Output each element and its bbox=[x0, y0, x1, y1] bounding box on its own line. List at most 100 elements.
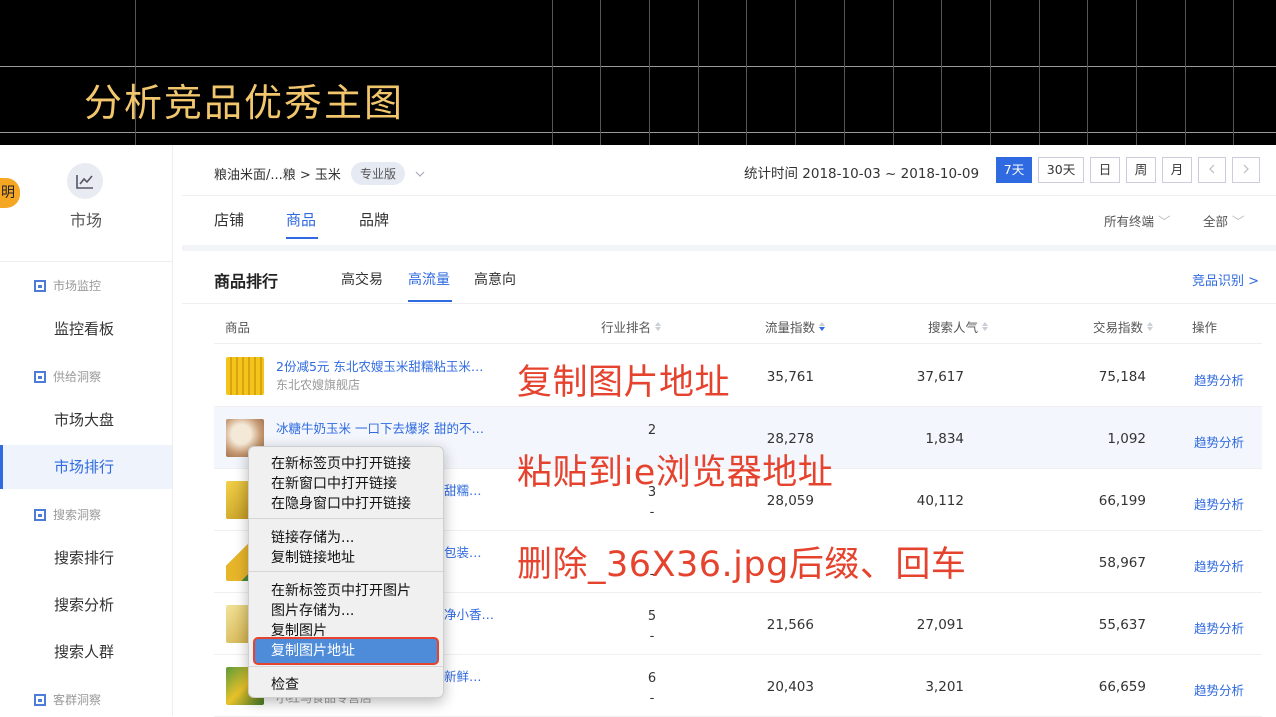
trend-analysis-link[interactable]: 趋势分析 bbox=[1194, 494, 1244, 513]
breadcrumb-path[interactable]: 粮油米面/...粮 > 玉米 bbox=[214, 164, 341, 183]
header-trade[interactable]: 交易指数 bbox=[1093, 317, 1154, 336]
section-icon bbox=[34, 279, 46, 292]
header-product: 商品 bbox=[225, 320, 251, 335]
menu-save-link-as[interactable]: 链接存储为... bbox=[271, 527, 354, 547]
trend-analysis-link[interactable]: 趋势分析 bbox=[1194, 680, 1244, 699]
trade-index: 66,199 bbox=[1098, 493, 1146, 509]
trade-index: 75,184 bbox=[1098, 369, 1146, 385]
menu-inspect[interactable]: 检查 bbox=[271, 674, 299, 694]
trend-analysis-link[interactable]: 趋势分析 bbox=[1194, 432, 1244, 451]
tab-brand[interactable]: 品牌 bbox=[359, 209, 389, 230]
subtab-high-trade[interactable]: 高交易 bbox=[341, 269, 383, 289]
header-traffic[interactable]: 流量指数 bbox=[765, 317, 826, 336]
search-popularity: 1,834 bbox=[925, 431, 964, 447]
section-icon bbox=[34, 693, 46, 706]
traffic-index: 28,059 bbox=[766, 493, 814, 509]
tab-product[interactable]: 商品 bbox=[286, 209, 316, 230]
trend-analysis-link[interactable]: 趋势分析 bbox=[1194, 618, 1244, 637]
market-label: 市场 bbox=[69, 211, 102, 230]
trade-index: 55,637 bbox=[1098, 617, 1146, 633]
chevron-down-icon[interactable] bbox=[415, 171, 425, 177]
industry-rank: 2 bbox=[647, 423, 657, 438]
competitor-identify-link[interactable]: 竞品识别 > bbox=[1192, 270, 1259, 289]
chevron-down-icon: ﹀ bbox=[1158, 214, 1171, 229]
search-popularity: 3,201 bbox=[925, 679, 964, 695]
badge[interactable]: 明 bbox=[0, 178, 20, 208]
section-customer-insight: 客群洞察 bbox=[34, 691, 101, 708]
menu-copy-link-address[interactable]: 复制链接地址 bbox=[271, 547, 355, 567]
search-popularity: 27,091 bbox=[916, 617, 964, 633]
header-action: 操作 bbox=[1192, 320, 1218, 335]
sort-icon bbox=[819, 322, 826, 331]
chevron-right-icon bbox=[1243, 164, 1249, 174]
market-chart-icon[interactable] bbox=[67, 163, 103, 199]
section-icon bbox=[34, 370, 46, 383]
sidebar-item-monitor-board[interactable]: 监控看板 bbox=[0, 307, 172, 351]
section-market-monitor: 市场监控 bbox=[34, 277, 101, 294]
sort-icon bbox=[655, 322, 662, 331]
product-name[interactable]: 2份减5元 东北农嫂玉米甜糯粘玉米… bbox=[276, 356, 483, 375]
shop-name: 东北农嫂旗舰店 bbox=[276, 378, 361, 392]
subtab-high-traffic[interactable]: 高流量 bbox=[408, 269, 450, 289]
sort-icon bbox=[982, 322, 989, 331]
product-name[interactable]: 甜糯… bbox=[444, 480, 482, 499]
tab-shop[interactable]: 店铺 bbox=[214, 209, 244, 230]
annotation-step2: 粘贴到ie浏览器地址 bbox=[517, 453, 834, 493]
period-week-button[interactable]: 周 bbox=[1126, 157, 1156, 183]
sidebar-item-market-ranking[interactable]: 市场排行 bbox=[0, 445, 172, 489]
sidebar: 明 市场 市场监控 监控看板 供给洞察 市场大盘 市场排行 搜索洞察 搜索排行 … bbox=[0, 145, 173, 716]
industry-rank: 6 bbox=[647, 671, 657, 686]
chevron-left-icon bbox=[1209, 164, 1215, 174]
table-row: 2份减5元 东北农嫂玉米甜糯粘玉米… 东北农嫂旗舰店 35,761 37,617… bbox=[214, 345, 1262, 407]
header-search[interactable]: 搜索人气 bbox=[928, 317, 989, 336]
context-menu: 在新标签页中打开链接 在新窗口中打开链接 在隐身窗口中打开链接 链接存储为...… bbox=[248, 446, 444, 698]
chevron-down-icon: ﹀ bbox=[1232, 214, 1245, 229]
product-name[interactable]: 净小香… bbox=[444, 604, 494, 623]
menu-copy-image-address[interactable]: 复制图片地址 bbox=[271, 640, 355, 660]
period-day-button[interactable]: 日 bbox=[1090, 157, 1120, 183]
header-rank[interactable]: 行业排名 bbox=[601, 317, 662, 336]
terminal-filter[interactable]: 所有终端 ﹀ bbox=[1104, 211, 1171, 230]
edition-pill[interactable]: 专业版 bbox=[350, 162, 405, 185]
menu-open-link-new-window[interactable]: 在新窗口中打开链接 bbox=[271, 473, 397, 493]
trade-index: 1,092 bbox=[1107, 431, 1146, 447]
rank-change: - bbox=[649, 629, 655, 644]
product-name[interactable]: 新鲜… bbox=[444, 666, 482, 685]
annotation-step1: 复制图片地址 bbox=[517, 363, 731, 403]
period-7d-button[interactable]: 7天 bbox=[996, 157, 1032, 183]
product-name[interactable]: 冰糖牛奶玉米 一口下去爆浆 甜的不… bbox=[276, 418, 484, 437]
header-banner: 分析竞品优秀主图 bbox=[0, 0, 1276, 145]
subtab-high-intent[interactable]: 高意向 bbox=[474, 269, 516, 289]
sidebar-item-search-ranking[interactable]: 搜索排行 bbox=[0, 536, 172, 580]
sidebar-item-market-overview[interactable]: 市场大盘 bbox=[0, 398, 172, 442]
top-bar: 粮油米面/...粮 > 玉米 专业版 统计时间 2018-10-03 ~ 201… bbox=[182, 145, 1276, 245]
period-30d-button[interactable]: 30天 bbox=[1038, 157, 1084, 183]
search-popularity: 37,617 bbox=[916, 369, 964, 385]
period-month-button[interactable]: 月 bbox=[1162, 157, 1192, 183]
annotation-step3: 删除_36X36.jpg后缀、回车 bbox=[517, 545, 967, 585]
product-thumbnail[interactable] bbox=[226, 357, 264, 395]
sidebar-item-search-analysis[interactable]: 搜索分析 bbox=[0, 583, 172, 627]
prev-period-button[interactable] bbox=[1198, 157, 1226, 183]
trend-analysis-link[interactable]: 趋势分析 bbox=[1194, 370, 1244, 389]
trade-index: 66,659 bbox=[1098, 679, 1146, 695]
menu-open-link-incognito[interactable]: 在隐身窗口中打开链接 bbox=[271, 493, 411, 513]
product-name[interactable]: 包装… bbox=[444, 542, 482, 561]
section-supply-insight: 供给洞察 bbox=[34, 368, 101, 385]
sidebar-item-search-crowd[interactable]: 搜索人群 bbox=[0, 630, 172, 674]
sort-icon bbox=[1147, 322, 1154, 331]
menu-save-image-as[interactable]: 图片存储为... bbox=[271, 600, 354, 620]
traffic-index: 35,761 bbox=[766, 369, 814, 385]
traffic-index: 20,403 bbox=[766, 679, 814, 695]
ranking-title: 商品排行 bbox=[214, 272, 279, 291]
menu-open-image-new-tab[interactable]: 在新标签页中打开图片 bbox=[271, 580, 411, 600]
traffic-index: 21,566 bbox=[766, 617, 814, 633]
scope-filter[interactable]: 全部 ﹀ bbox=[1203, 211, 1245, 230]
rank-change: - bbox=[649, 691, 655, 706]
section-search-insight: 搜索洞察 bbox=[34, 506, 101, 523]
section-icon bbox=[34, 508, 46, 521]
menu-open-link-new-tab[interactable]: 在新标签页中打开链接 bbox=[271, 453, 411, 473]
trend-analysis-link[interactable]: 趋势分析 bbox=[1194, 556, 1244, 575]
next-period-button[interactable] bbox=[1232, 157, 1260, 183]
trade-index: 58,967 bbox=[1098, 555, 1146, 571]
